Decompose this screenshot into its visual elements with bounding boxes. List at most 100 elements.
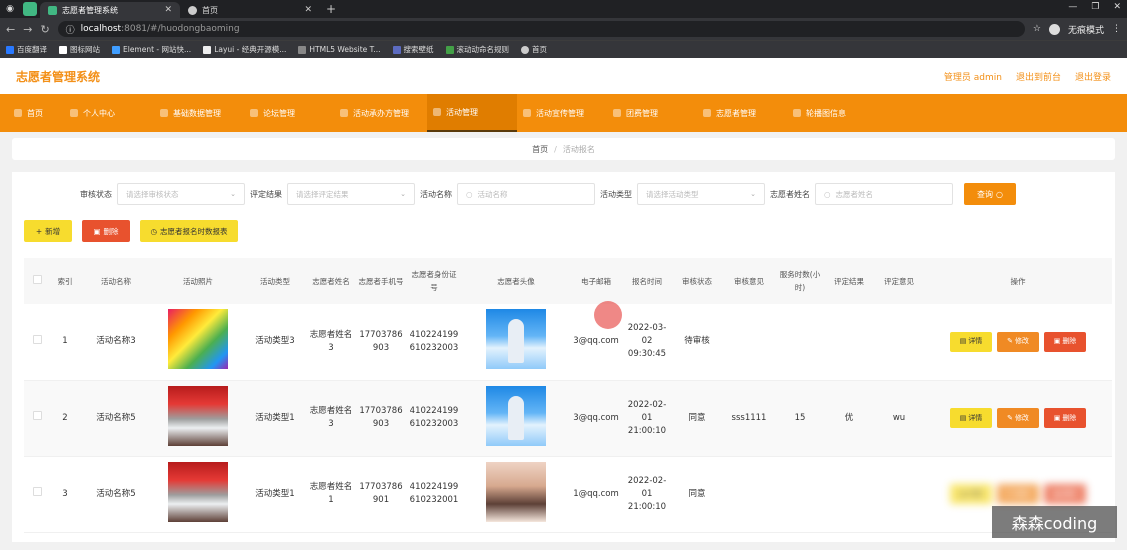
restore-icon[interactable]: ❐ [1091, 2, 1099, 12]
edit-button[interactable]: ✎ 修改 [997, 331, 1039, 352]
cell-opinion: sss1111 [722, 380, 776, 457]
promotion-icon [523, 109, 531, 117]
activity-name-input[interactable]: ○ 活动名称 [457, 183, 595, 205]
tab-title: 志愿者管理系统 [62, 5, 118, 15]
bookmark-icon [6, 45, 14, 54]
table-row[interactable]: 1 活动名称3 活动类型3 志愿者姓名3 17703786903 4102241… [24, 304, 1112, 381]
remove-button[interactable]: ▣ 删除 [1044, 484, 1086, 504]
detail-button[interactable]: ▤ 详情 [950, 408, 992, 428]
back-to-front-link[interactable]: 退出到前台 [1016, 70, 1061, 83]
volunteer-avatar [486, 309, 546, 370]
cell-result: 优 [824, 380, 874, 457]
back-icon[interactable]: ← [6, 23, 15, 36]
menu-item-volunteer[interactable]: 志愿者管理 [697, 94, 787, 132]
menu-item-base-data[interactable]: 基础数据管理 [154, 94, 244, 132]
menu-item-profile[interactable]: 个人中心 [64, 94, 154, 132]
url-path: :8081/#/huodongbaoming [121, 24, 240, 34]
logout-link[interactable]: 退出登录 [1075, 70, 1111, 83]
profile-label[interactable]: 无痕模式 [1068, 23, 1104, 36]
app-title: 志愿者管理系统 [16, 69, 101, 84]
tab-list-icon[interactable] [23, 2, 37, 16]
bookmark-item[interactable]: HTML5 Website T... [298, 45, 381, 54]
cell-activity-name: 活动名称5 [80, 380, 152, 457]
detail-button[interactable]: ▤ 详情 [950, 331, 992, 352]
bookmark-icon [112, 45, 120, 54]
new-tab-button[interactable]: + [320, 2, 342, 18]
reload-icon[interactable]: ↻ [40, 23, 49, 36]
bookmark-item[interactable]: 搜索壁纸 [392, 44, 434, 55]
tab-volunteer-system[interactable]: 志愿者管理系统 ✕ [40, 2, 180, 18]
close-icon[interactable]: ✕ [164, 5, 172, 15]
user-icon [70, 109, 78, 117]
minimize-icon[interactable]: — [1068, 2, 1077, 12]
breadcrumb-home[interactable]: 首页 [532, 144, 548, 155]
url-field[interactable]: ⓘ localhost:8081/#/huodongbaoming [57, 21, 1025, 37]
report-button[interactable]: ◷ 志愿者报名时数报表 [140, 220, 238, 242]
row-checkbox[interactable] [24, 380, 50, 457]
plus-icon: + [35, 226, 43, 236]
menu-item-promotion[interactable]: 活动宣传管理 [517, 94, 607, 132]
activity-type-select[interactable]: 请选择活动类型 ⌄ [637, 183, 765, 205]
remove-button[interactable]: ▣ 删除 [1044, 331, 1086, 352]
row-checkbox[interactable] [24, 304, 50, 381]
bookmark-item[interactable]: 首页 [521, 44, 547, 55]
cell-idcard: 410224199610232003 [406, 304, 462, 381]
cell-idcard: 410224199610232001 [406, 456, 462, 533]
column-header: 审核状态 [672, 258, 722, 304]
activity-photo [168, 385, 228, 446]
bookmark-item[interactable]: 百度翻译 [6, 44, 47, 55]
more-icon[interactable]: ⋮ [1112, 24, 1121, 34]
cell-email: 1@qq.com [570, 456, 622, 533]
column-header: 志愿者头像 [462, 258, 570, 304]
bookmark-item[interactable]: 图标网站 [59, 44, 100, 55]
cell-phone: 17703786901 [356, 456, 406, 533]
table-row[interactable]: 2 活动名称5 活动类型1 志愿者姓名3 17703786903 4102241… [24, 380, 1112, 457]
table-row[interactable]: 3 活动名称5 活动类型1 志愿者姓名1 17703786901 4102241… [24, 456, 1112, 533]
activity-type-label: 活动类型 [600, 189, 632, 199]
edit-button[interactable]: ✎ 修改 [997, 408, 1039, 428]
close-window-icon[interactable]: ✕ [1113, 2, 1121, 12]
cell-email: 3@qq.com [570, 380, 622, 457]
bookmark-item[interactable]: 滚动动命名规则 [445, 44, 509, 55]
cell-activity-photo [152, 456, 244, 533]
menu-item-fee[interactable]: 团费管理 [607, 94, 697, 132]
document-icon: ▤ [959, 337, 967, 346]
edit-button[interactable]: ✎ 修改 [997, 484, 1039, 504]
cell-status: 同意 [672, 456, 722, 533]
cell-hours [776, 456, 824, 533]
menu-item-carousel[interactable]: 轮播图信息 [787, 94, 877, 132]
remove-button[interactable]: ▣ 删除 [1044, 408, 1086, 428]
close-icon[interactable]: ✕ [304, 5, 312, 15]
row-checkbox[interactable] [24, 456, 50, 533]
organizer-icon [340, 109, 348, 117]
menu-item-activity[interactable]: 活动管理 [427, 94, 517, 132]
column-header: 操作 [924, 258, 1112, 304]
eval-result-select[interactable]: 请选择评定结果 ⌄ [287, 183, 415, 205]
audit-status-select[interactable]: 请选择审核状态 ⌄ [117, 183, 245, 205]
star-icon[interactable]: ☆ [1033, 24, 1041, 34]
cell-activity-name: 活动名称3 [80, 304, 152, 381]
browser-menu-icon[interactable]: ◉ [3, 2, 17, 16]
menu-item-home[interactable]: 首页 [8, 94, 64, 132]
volunteer-name-input[interactable]: ○ 志愿者姓名 [815, 183, 953, 205]
chevron-down-icon: ⌄ [230, 190, 236, 198]
menu-item-forum[interactable]: 论坛管理 [244, 94, 334, 132]
app-header: 志愿者管理系统 管理员 admin 退出到前台 退出登录 [0, 58, 1127, 94]
incognito-icon[interactable] [1048, 23, 1060, 35]
document-icon: ▤ [959, 413, 967, 422]
detail-button[interactable]: ▤ 详情 [950, 484, 992, 504]
cell-activity-photo [152, 380, 244, 457]
bookmark-item[interactable]: Element - 网站快... [112, 44, 191, 55]
forward-icon[interactable]: → [23, 23, 32, 36]
bookmark-item[interactable]: Layui - 经典开源模... [203, 44, 286, 55]
activity-icon [433, 108, 441, 116]
url-host: localhost [80, 24, 122, 34]
add-button[interactable]: + 新增 [24, 220, 72, 242]
select-all-checkbox[interactable] [24, 258, 50, 304]
tab-home[interactable]: 首页 ✕ [180, 2, 320, 18]
delete-button[interactable]: ▣ 删除 [82, 220, 130, 242]
menu-item-organizer[interactable]: 活动承办方管理 [334, 94, 427, 132]
audit-status-label: 审核状态 [80, 189, 112, 199]
search-button[interactable]: 查询 ○ [964, 183, 1016, 205]
column-header: 活动类型 [244, 258, 306, 304]
